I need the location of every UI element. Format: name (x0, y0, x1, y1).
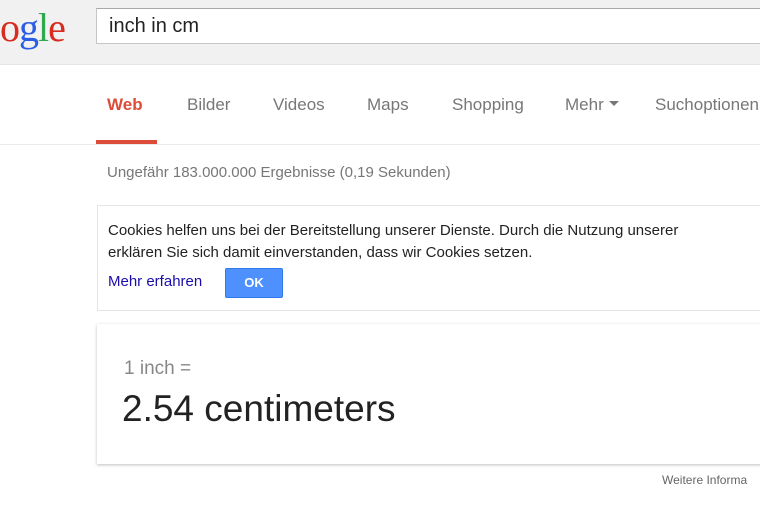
logo-letter: o (0, 5, 20, 50)
google-logo[interactable]: ogle (0, 5, 66, 50)
cookie-message: Cookies helfen uns bei der Bereitstellun… (108, 220, 760, 264)
search-header: ogle (0, 0, 760, 65)
result-stats: Ungefähr 183.000.000 Ergebnisse (0,19 Se… (107, 164, 451, 181)
tab-videos[interactable]: Videos (273, 95, 325, 115)
tab-bilder[interactable]: Bilder (187, 95, 230, 115)
logo-letter: g (19, 5, 39, 50)
tab-maps[interactable]: Maps (367, 95, 409, 115)
ok-button[interactable]: OK (225, 268, 283, 298)
search-box[interactable] (96, 8, 760, 44)
conversion-card: 1 inch = 2.54 centimeters (97, 324, 760, 464)
logo-letter: l (38, 5, 49, 50)
more-info-link[interactable]: Mehr erfahren (108, 273, 202, 290)
tab-suchoptionen[interactable]: Suchoptionen (655, 95, 759, 115)
more-info-footer-link[interactable]: Weitere Informa (662, 473, 747, 487)
search-tabs: Web Bilder Videos Maps Shopping Mehr Suc… (0, 64, 760, 145)
chevron-down-icon (608, 101, 619, 107)
tab-mehr-label: Mehr (565, 95, 604, 114)
cookie-line-1: Cookies helfen uns bei der Bereitstellun… (108, 222, 679, 239)
cookie-line-2: erklären Sie sich damit einverstanden, d… (108, 244, 533, 261)
tab-mehr[interactable]: Mehr (565, 95, 619, 115)
conversion-from: 1 inch = (124, 358, 192, 379)
cookie-notice: Cookies helfen uns bei der Bereitstellun… (97, 205, 760, 311)
tab-web[interactable]: Web (107, 95, 143, 115)
conversion-result: 2.54 centimeters (122, 388, 396, 429)
logo-letter: e (48, 5, 66, 50)
active-tab-indicator (96, 140, 157, 144)
tab-shopping[interactable]: Shopping (452, 95, 524, 115)
search-input[interactable] (109, 9, 749, 43)
